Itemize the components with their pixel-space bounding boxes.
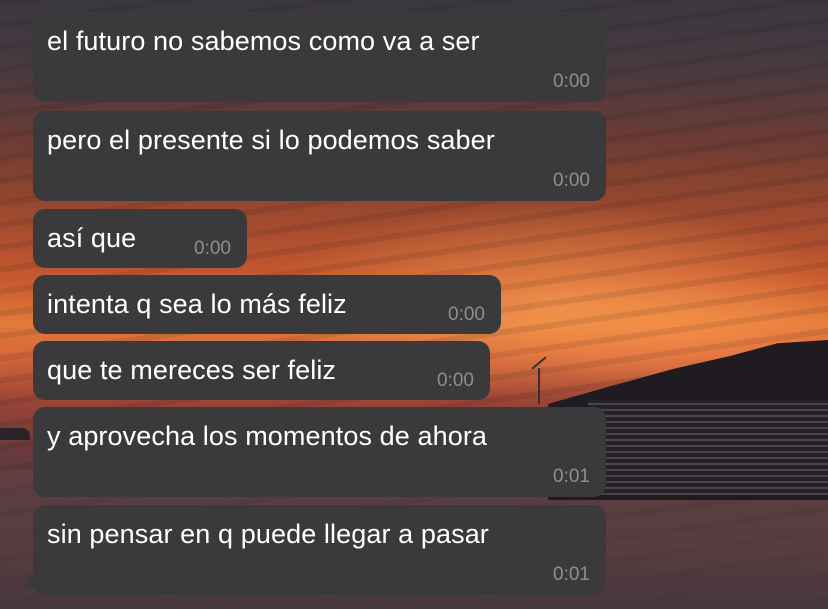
message-bubble[interactable]: así que 0:00 <box>33 209 247 268</box>
message-text: pero el presente si lo podemos saber <box>47 125 495 155</box>
message-timestamp: 0:00 <box>194 238 231 259</box>
message-timestamp: 0:00 <box>553 170 590 191</box>
message-bubble[interactable]: intenta q sea lo más feliz 0:00 <box>33 275 501 334</box>
message-list[interactable]: el futuro no sabemos como va a ser 0:00 … <box>0 0 828 609</box>
message-text: el futuro no sabemos como va a ser <box>47 26 480 56</box>
message-bubble[interactable]: que te mereces ser feliz 0:00 <box>33 341 490 400</box>
message-text: sin pensar en q puede llegar a pasar <box>47 519 489 549</box>
message-timestamp: 0:00 <box>437 370 474 391</box>
message-timestamp: 0:01 <box>553 466 590 487</box>
message-timestamp: 0:00 <box>553 71 590 92</box>
message-bubble[interactable]: pero el presente si lo podemos saber 0:0… <box>33 111 606 201</box>
message-bubble[interactable]: y aprovecha los momentos de ahora 0:01 <box>33 407 606 497</box>
message-text: intenta q sea lo más feliz <box>47 289 347 319</box>
bubble-tail <box>24 568 38 588</box>
message-timestamp: 0:00 <box>448 304 485 325</box>
message-text: y aprovecha los momentos de ahora <box>47 421 488 451</box>
message-text: así que <box>47 223 137 253</box>
message-bubble[interactable]: el futuro no sabemos como va a ser 0:00 <box>33 12 606 102</box>
message-bubble[interactable]: sin pensar en q puede llegar a pasar 0:0… <box>33 505 606 595</box>
message-text: que te mereces ser feliz <box>47 355 337 385</box>
message-timestamp: 0:01 <box>553 564 590 585</box>
